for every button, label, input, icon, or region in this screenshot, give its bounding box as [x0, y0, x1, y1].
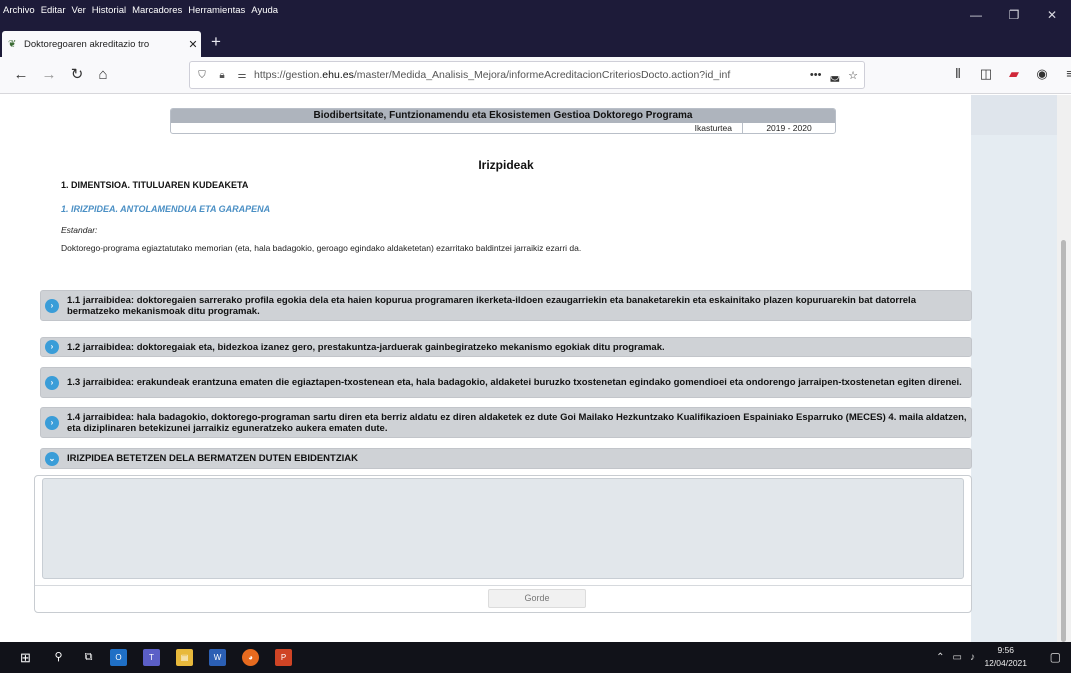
tray-expand-icon[interactable]: ⌃ — [936, 652, 944, 663]
new-tab-button[interactable]: + — [204, 31, 228, 55]
expand-chevron-icon[interactable]: › — [45, 298, 59, 313]
account-icon[interactable]: ◉ — [1028, 66, 1056, 82]
menu-archivo[interactable]: Archivo — [3, 5, 35, 16]
tab-title: Doktoregoaren akreditazio tro — [24, 38, 150, 50]
course-row: Ikasturtea 2019 - 2020 — [685, 123, 835, 133]
window-controls: — ❐ ✕ — [957, 0, 1071, 31]
collapse-chevron-icon[interactable]: ⌄ — [45, 451, 59, 466]
lock-icon[interactable]: 🔒︎ — [214, 70, 230, 81]
guideline-1-1-accordion[interactable]: › 1.1 jarraibidea: doktoregaien sarrerak… — [40, 290, 972, 321]
evidence-textarea[interactable] — [42, 478, 964, 579]
clock-date: 12/04/2021 — [984, 658, 1027, 668]
course-value: 2019 - 2020 — [766, 123, 812, 133]
windows-start-icon[interactable]: ⊞ — [17, 649, 34, 666]
page-actions-icon[interactable]: ••• — [810, 69, 822, 82]
forward-icon[interactable]: → — [38, 65, 60, 87]
library-icon[interactable]: ⫴ — [944, 66, 972, 82]
url-text[interactable]: https://gestion.ehu.es/master/Medida_Ana… — [254, 69, 802, 81]
back-icon[interactable]: ← — [10, 65, 32, 87]
url-actions: ••• ◛ ☆ — [802, 69, 858, 82]
menu-marcadores[interactable]: Marcadores — [132, 5, 182, 16]
sidebar-icon[interactable]: ◫ — [972, 66, 1000, 82]
course-label: Ikasturtea — [685, 123, 743, 133]
criterion-link[interactable]: 1. IRIZPIDEA. ANTOLAMENDUA ETA GARAPENA — [61, 204, 270, 214]
guideline-text: 1.2 jarraibidea: doktoregaiak eta, bidez… — [67, 341, 665, 353]
guideline-1-4-accordion[interactable]: › 1.4 jarraibidea: hala badagokio, dokto… — [40, 407, 972, 438]
criteria-title: Irizpideak — [478, 158, 534, 172]
clock-time: 9:56 — [997, 645, 1014, 655]
reload-icon[interactable]: ↻ — [66, 65, 88, 87]
guideline-1-2-accordion[interactable]: › 1.2 jarraibidea: doktoregaiak eta, bid… — [40, 337, 972, 357]
program-header: Biodibertsitate, Funtzionamendu eta Ekos… — [170, 108, 836, 134]
page-content: Biodibertsitate, Funtzionamendu eta Ekos… — [0, 95, 1071, 642]
save-button[interactable]: Gorde — [488, 589, 586, 608]
volume-icon[interactable]: ♪ — [970, 652, 975, 663]
system-tray: ⌃ ▭ ♪ — [928, 642, 975, 673]
menu-herramientas[interactable]: Herramientas — [188, 5, 245, 16]
guideline-text: 1.4 jarraibidea: hala badagokio, doktore… — [67, 411, 967, 434]
toolbar-right: ⫴ ◫ ▰ ◉ ≡ — [944, 66, 1071, 82]
expand-chevron-icon[interactable]: › — [45, 375, 59, 390]
menu-historial[interactable]: Historial — [92, 5, 126, 16]
evidence-header: IRIZPIDEA BETETZEN DELA BERMATZEN DUTEN … — [67, 453, 358, 464]
network-icon[interactable]: ▭ — [953, 652, 962, 663]
url-bar[interactable]: ⛉ 🔒︎ ⚌ https://gestion.ehu.es/master/Med… — [189, 61, 865, 89]
extension-icon[interactable]: ▰ — [1000, 66, 1028, 82]
guideline-text: 1.1 jarraibidea: doktoregaien sarrerako … — [67, 294, 916, 317]
firefox-icon[interactable]: ◕ — [242, 649, 259, 666]
teams-icon[interactable]: T — [143, 649, 160, 666]
pocket-icon[interactable]: ◛ — [829, 69, 840, 82]
evidence-panel: Gorde — [34, 475, 972, 613]
scrollbar-thumb[interactable] — [1061, 240, 1066, 642]
bookmark-star-icon[interactable]: ☆ — [848, 69, 858, 82]
menu-bar: Archivo Editar Ver Historial Marcadores … — [0, 5, 278, 16]
evidence-accordion[interactable]: ⌄ IRIZPIDEA BETETZEN DELA BERMATZEN DUTE… — [40, 448, 972, 469]
close-window-button[interactable]: ✕ — [1033, 0, 1071, 31]
right-side-panel — [971, 95, 1057, 642]
home-icon[interactable]: ⌂ — [92, 65, 114, 87]
task-view-icon[interactable]: ⧉ — [80, 649, 97, 666]
menu-editar[interactable]: Editar — [41, 5, 66, 16]
file-explorer-icon[interactable]: ▤ — [176, 649, 193, 666]
expand-chevron-icon[interactable]: › — [45, 415, 59, 430]
word-icon[interactable]: W — [209, 649, 226, 666]
menu-ver[interactable]: Ver — [72, 5, 86, 16]
taskbar: ⊞ ⚲ ⧉ O T ▤ W ◕ P ⌃ ▭ ♪ 9:56 12/04/2021 … — [0, 642, 1071, 673]
guideline-text: 1.3 jarraibidea: erakundeak erantzuna em… — [67, 377, 962, 388]
page-scrollbar[interactable] — [1057, 95, 1071, 642]
dimension-heading: 1. DIMENTSIOA. TITULUAREN KUDEAKETA — [61, 180, 249, 190]
outlook-icon[interactable]: O — [110, 649, 127, 666]
expand-chevron-icon[interactable]: › — [45, 340, 59, 354]
ehu-favicon-icon: ❦ — [8, 38, 17, 50]
search-icon[interactable]: ⚲ — [50, 649, 67, 666]
powerpoint-icon[interactable]: P — [275, 649, 292, 666]
menu-icon[interactable]: ≡ — [1056, 66, 1071, 82]
minimize-button[interactable]: — — [957, 0, 995, 31]
screen: Archivo Editar Ver Historial Marcadores … — [0, 0, 1071, 673]
notification-icon[interactable]: ▢ — [1050, 650, 1061, 664]
title-bar: Archivo Editar Ver Historial Marcadores … — [0, 0, 1071, 31]
standard-text: Doktorego-programa egiaztatutako memoria… — [61, 243, 582, 253]
tab-close-icon[interactable]: ✕ — [185, 38, 201, 51]
taskbar-clock[interactable]: 9:56 12/04/2021 — [984, 644, 1027, 670]
browser-tab[interactable]: ❦ Doktoregoaren akreditazio tro ✕ — [2, 31, 201, 57]
standard-label: Estandar: — [61, 225, 98, 235]
permissions-icon[interactable]: ⚌ — [234, 70, 250, 81]
navigation-bar: ← → ↻ ⌂ ⛉ 🔒︎ ⚌ https://gestion.ehu.es/ma… — [0, 57, 1071, 94]
restore-button[interactable]: ❐ — [995, 0, 1033, 31]
shield-icon[interactable]: ⛉ — [194, 70, 210, 81]
menu-ayuda[interactable]: Ayuda — [251, 5, 278, 16]
program-title: Biodibertsitate, Funtzionamendu eta Ekos… — [171, 109, 835, 123]
guideline-1-3-accordion[interactable]: › 1.3 jarraibidea: erakundeak erantzuna … — [40, 367, 972, 398]
